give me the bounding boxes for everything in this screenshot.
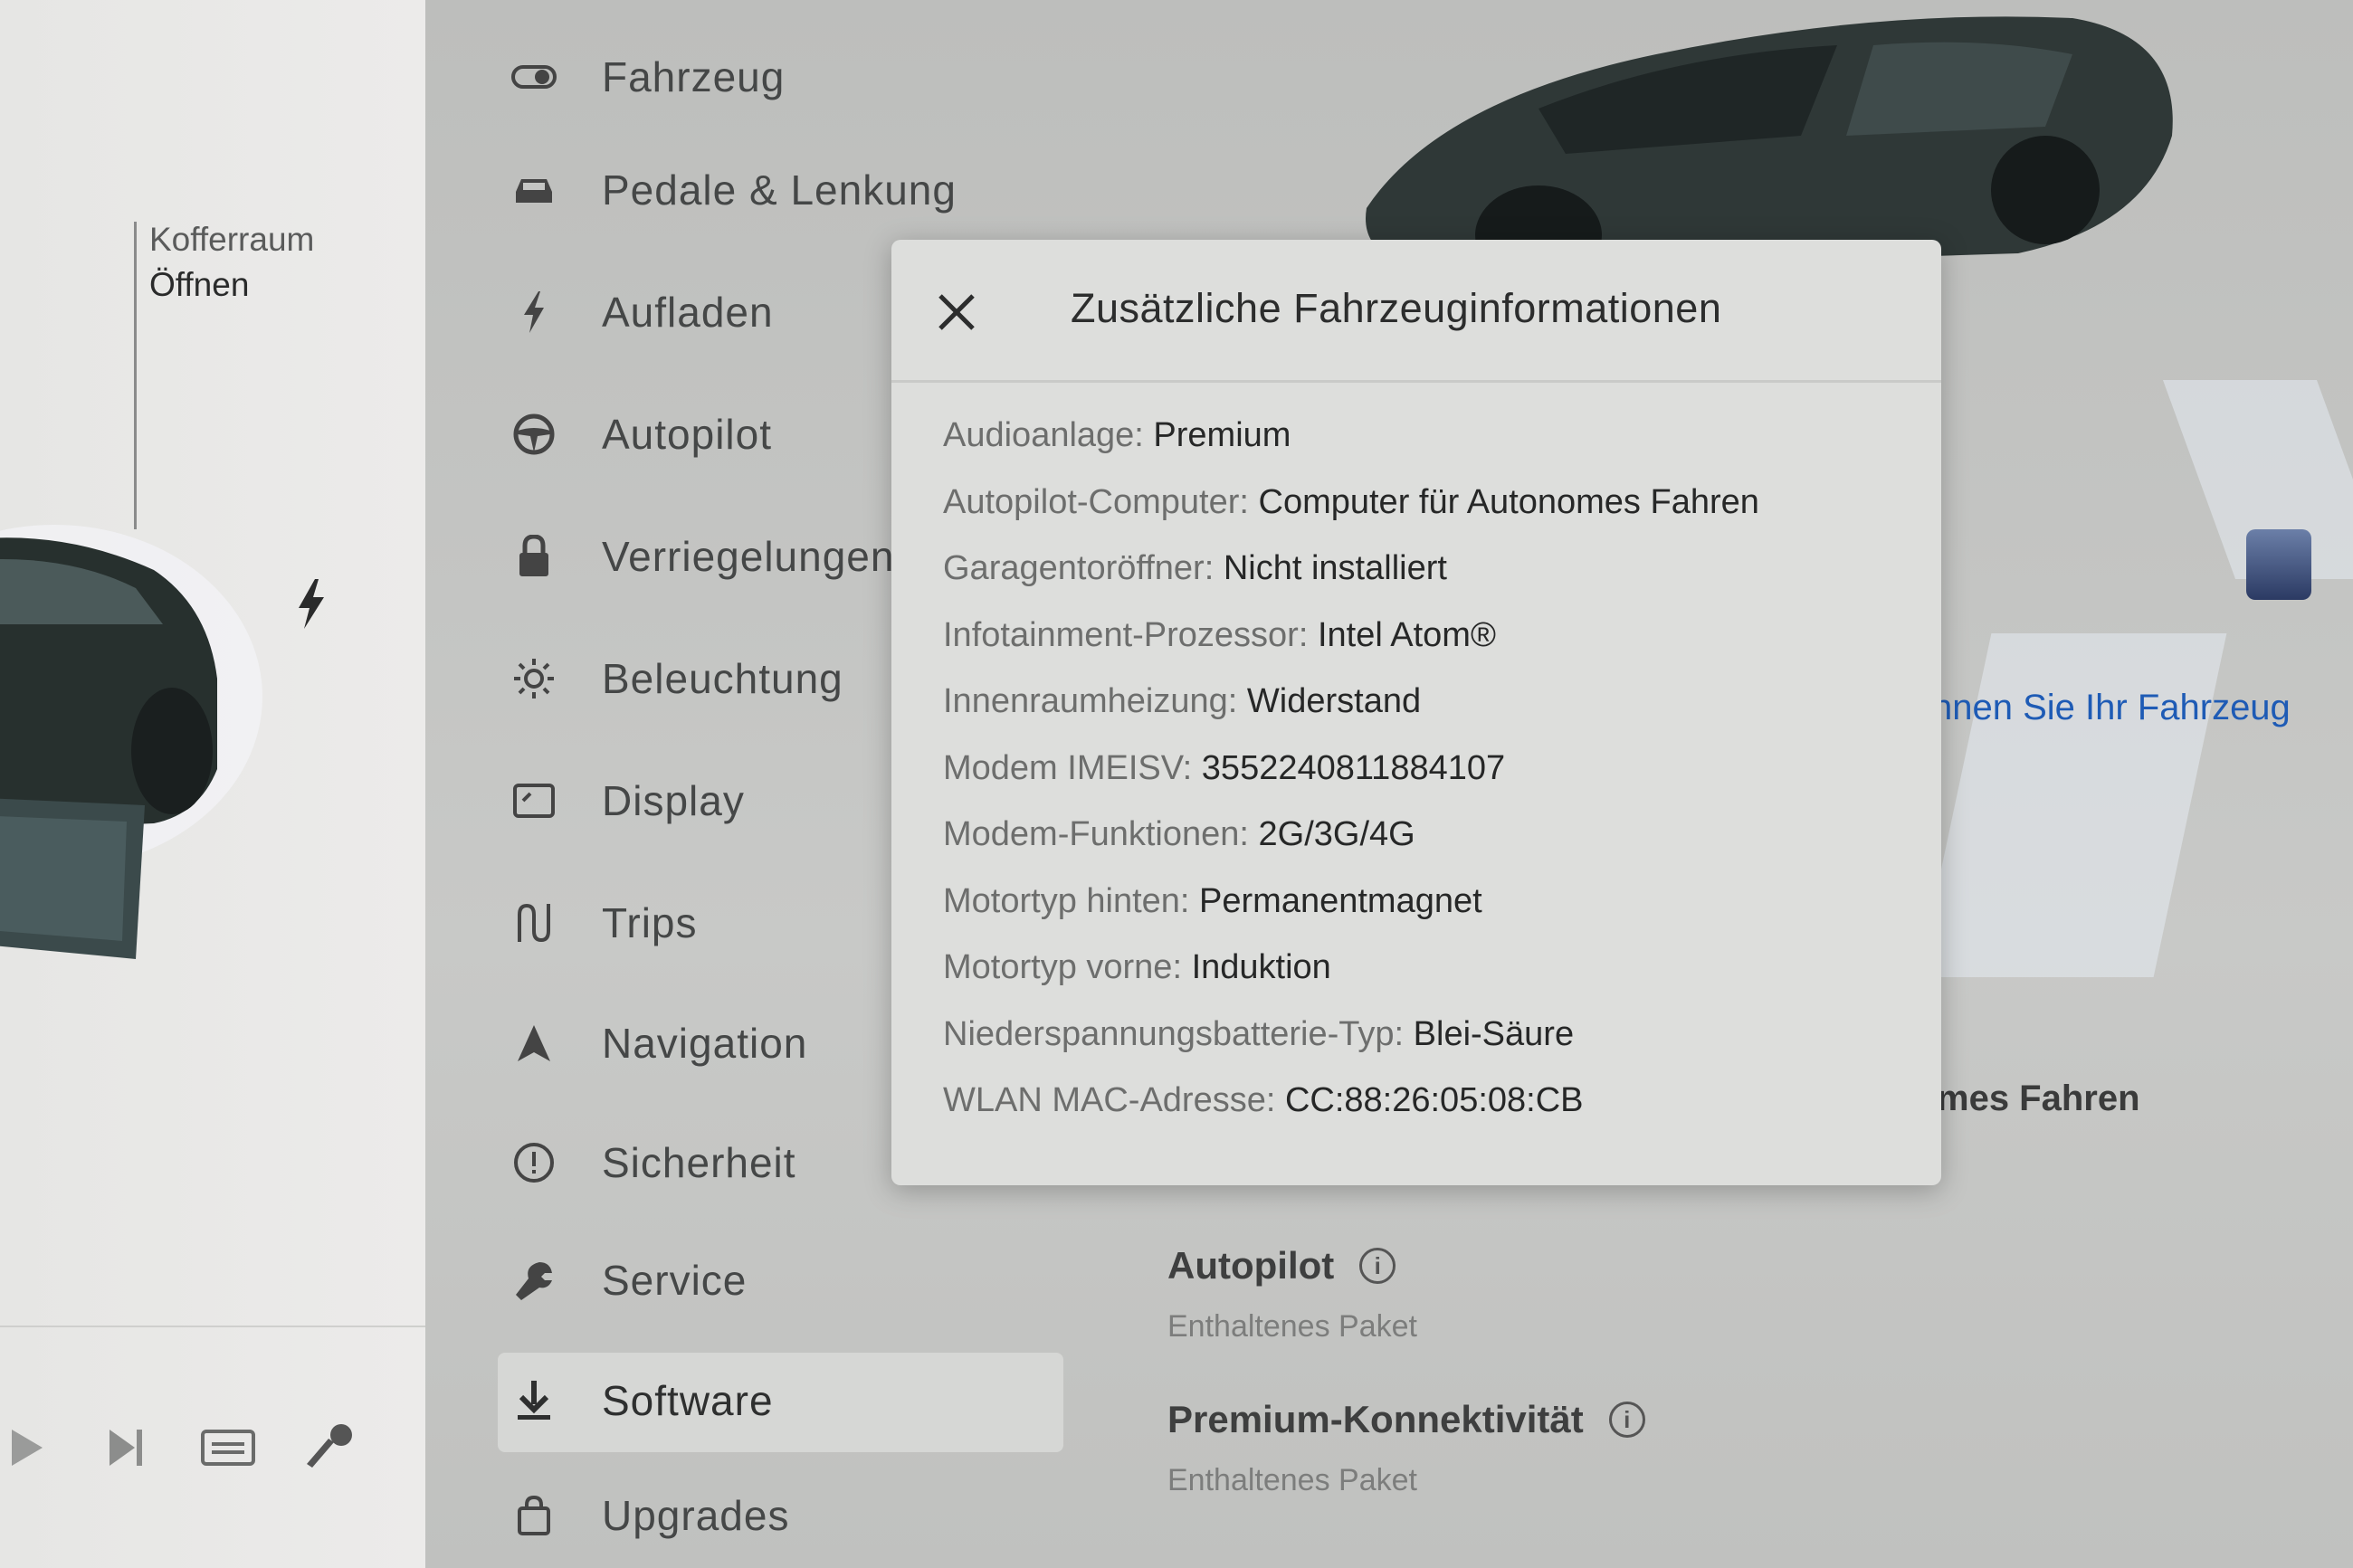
info-value: Permanentmagnet xyxy=(1199,881,1482,920)
close-icon xyxy=(938,294,975,330)
autopilot-computer-text: mes Fahren xyxy=(1937,1079,2140,1118)
info-key: Garagentoröffner: xyxy=(943,549,1215,587)
trunk-open-button[interactable]: Kofferraum Öffnen xyxy=(149,217,314,308)
premium-connectivity-section: Premium-Konnektivität i Enthaltenes Pake… xyxy=(1167,1398,1645,1498)
info-key: Modem-Funktionen: xyxy=(943,815,1249,853)
trunk-action-label: Öffnen xyxy=(149,266,250,303)
nav-item-fahrzeug[interactable]: Fahrzeug xyxy=(507,36,1050,118)
navigation-arrow-icon xyxy=(507,1016,561,1070)
info-value: CC:88:26:05:08:CB xyxy=(1284,1081,1584,1119)
info-value: Blei-Säure xyxy=(1413,1014,1575,1053)
info-row: Garagentoröffner: Nicht installiert xyxy=(943,549,1759,616)
section-subtitle: Enthaltenes Paket xyxy=(1167,1309,1417,1344)
info-key: Motortyp hinten: xyxy=(943,881,1190,920)
info-row: Autopilot-Computer: Computer für Autonom… xyxy=(943,483,1759,550)
nav-label: Navigation xyxy=(602,1020,808,1067)
autopilot-package-section: Autopilot i Enthaltenes Paket xyxy=(1167,1244,1417,1345)
trunk-indicator-line xyxy=(134,222,137,529)
nav-label: Verriegelungen xyxy=(602,533,895,580)
skip-next-icon[interactable] xyxy=(104,1421,149,1475)
section-title: Premium-Konnektivität xyxy=(1167,1398,1584,1440)
info-key: Innenraumheizung: xyxy=(943,682,1238,720)
modal-title: Zusätzliche Fahrzeuginformationen xyxy=(1071,285,1722,331)
keyboard-icon[interactable] xyxy=(199,1421,258,1475)
info-key: Niederspannungsbatterie-Typ: xyxy=(943,1014,1405,1053)
info-icon[interactable]: i xyxy=(1608,1402,1645,1438)
section-subtitle: Enthaltenes Paket xyxy=(1167,1463,1417,1497)
nav-item-software[interactable]: Software xyxy=(507,1360,1050,1441)
nav-label: Upgrades xyxy=(602,1492,790,1539)
car-status-panel: Kofferraum Öffnen xyxy=(0,0,425,1568)
nav-label: Service xyxy=(602,1257,748,1304)
nav-label: Aufladen xyxy=(602,289,774,336)
modal-header: Zusätzliche Fahrzeuginformationen xyxy=(891,240,1941,383)
section-title: Autopilot xyxy=(1167,1244,1335,1287)
info-value: Premium xyxy=(1153,416,1291,454)
nav-label: Trips xyxy=(602,899,698,946)
trips-icon xyxy=(507,896,561,950)
info-value: Intel Atom® xyxy=(1317,615,1496,654)
nav-item-service[interactable]: Service xyxy=(507,1240,1050,1321)
info-row: Infotainment-Prozessor: Intel Atom® xyxy=(943,616,1759,683)
info-key: Modem IMEISV: xyxy=(943,748,1193,787)
nav-item-pedale-lenkung[interactable]: Pedale & Lenkung xyxy=(507,149,1050,231)
info-icon[interactable]: i xyxy=(1359,1248,1396,1284)
nav-label: Beleuchtung xyxy=(602,655,843,702)
wrench-icon xyxy=(507,1253,561,1307)
charge-port-bolt-icon xyxy=(299,579,324,629)
sun-icon xyxy=(507,651,561,706)
nav-label: Fahrzeug xyxy=(602,53,786,100)
info-value: Widerstand xyxy=(1246,682,1422,720)
info-value: Induktion xyxy=(1191,948,1331,986)
info-value: 3552240811884107 xyxy=(1201,748,1506,787)
info-key: Audioanlage: xyxy=(943,416,1144,454)
toggle-icon xyxy=(507,50,561,104)
nav-label: Pedale & Lenkung xyxy=(602,166,957,214)
vehicle-name-link[interactable]: nnen Sie Ihr Fahrzeug xyxy=(1932,688,2291,728)
info-row: Motortyp vorne: Induktion xyxy=(943,948,1759,1015)
info-key: Autopilot-Computer: xyxy=(943,482,1249,521)
info-value: Nicht installiert xyxy=(1223,549,1447,587)
media-bar-divider xyxy=(0,1326,425,1327)
info-row: Audioanlage: Premium xyxy=(943,416,1759,483)
shopping-bag-icon xyxy=(507,1488,561,1543)
info-value: Computer für Autonomes Fahren xyxy=(1258,482,1759,521)
nav-label: Sicherheit xyxy=(602,1139,796,1186)
info-key: Infotainment-Prozessor: xyxy=(943,615,1309,654)
download-icon xyxy=(507,1373,561,1428)
info-row: Modem-Funktionen: 2G/3G/4G xyxy=(943,815,1759,882)
info-row: Modem IMEISV: 3552240811884107 xyxy=(943,749,1759,816)
info-value: 2G/3G/4G xyxy=(1258,815,1415,853)
color-swatch-icon xyxy=(2246,529,2311,600)
play-icon[interactable] xyxy=(5,1421,50,1475)
info-key: WLAN MAC-Adresse: xyxy=(943,1081,1276,1119)
vehicle-info-modal: Zusätzliche Fahrzeuginformationen Audioa… xyxy=(891,240,1941,1185)
display-icon xyxy=(507,774,561,828)
info-row: WLAN MAC-Adresse: CC:88:26:05:08:CB xyxy=(943,1081,1759,1148)
lock-icon xyxy=(507,529,561,584)
nav-label: Autopilot xyxy=(602,411,773,458)
nav-item-upgrades[interactable]: Upgrades xyxy=(507,1475,1050,1556)
car-icon xyxy=(507,163,561,217)
microphone-icon[interactable] xyxy=(303,1421,357,1475)
bolt-icon xyxy=(507,285,561,339)
info-row: Innenraumheizung: Widerstand xyxy=(943,682,1759,749)
info-row: Motortyp hinten: Permanentmagnet xyxy=(943,882,1759,949)
vehicle-info-list: Audioanlage: Premium Autopilot-Computer: … xyxy=(943,416,1759,1148)
steering-wheel-icon xyxy=(507,407,561,461)
nav-label: Software xyxy=(602,1377,774,1424)
car-side-image xyxy=(0,525,262,959)
info-key: Motortyp vorne: xyxy=(943,948,1182,986)
nav-label: Display xyxy=(602,777,745,824)
info-row: Niederspannungsbatterie-Typ: Blei-Säure xyxy=(943,1015,1759,1082)
close-button[interactable] xyxy=(929,285,984,339)
alert-circle-icon xyxy=(507,1136,561,1190)
trunk-label: Kofferraum xyxy=(149,221,315,258)
